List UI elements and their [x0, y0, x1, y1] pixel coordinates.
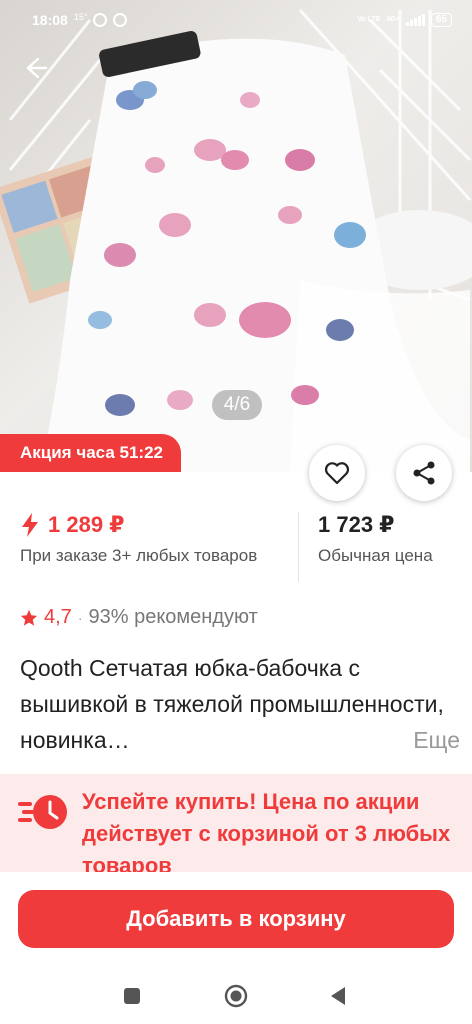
timer-icon: [18, 795, 67, 829]
network-type: 4G+: [386, 16, 400, 23]
rating-row[interactable]: 4,7 · 93% рекомендуют: [20, 606, 258, 629]
sale-price: 1 289 ₽: [48, 512, 125, 537]
rating-value: 4,7: [44, 606, 72, 628]
regular-price-block: 1 723 ₽ Обычная цена: [318, 512, 468, 568]
star-icon: [20, 609, 38, 626]
image-counter: 4/6: [212, 390, 262, 420]
sale-price-block: 1 289 ₽ При заказе 3+ любых товаров: [20, 512, 290, 568]
share-icon: [413, 461, 435, 485]
share-button[interactable]: [396, 445, 452, 501]
promo-banner-text: Успейте купить! Цена по акции действует …: [82, 789, 451, 872]
product-title: Qooth Сетчатая юбка-бабочка с вышивкой в…: [20, 650, 460, 758]
battery-indicator: 65: [430, 13, 452, 27]
show-more-link[interactable]: Еще: [407, 722, 460, 758]
sync-icon: [93, 13, 108, 27]
promo-banner: Успейте купить! Цена по акции действует …: [0, 774, 472, 872]
hour-promo-badge: Акция часа 51:22: [0, 434, 181, 472]
status-temperature: 15°: [73, 12, 88, 22]
status-time: 18:08: [32, 12, 68, 28]
volte-label: Vo LTE: [357, 16, 381, 23]
bolt-icon: [22, 513, 38, 537]
favorite-button[interactable]: [309, 445, 365, 501]
product-image-gallery[interactable]: 18:08 15° Vo LTE 4G+ 65 4/6 Акция часа 5…: [0, 0, 472, 472]
recommend-percent: 93% рекомендуют: [88, 606, 258, 628]
add-to-cart-button[interactable]: Добавить в корзину: [18, 890, 454, 948]
regular-price-note: Обычная цена: [318, 546, 433, 565]
signal-icon: [405, 14, 425, 26]
back-arrow-icon: [26, 57, 48, 79]
system-navigation-bar: [0, 968, 472, 1024]
back-button[interactable]: [18, 52, 50, 84]
home-nav-icon[interactable]: [224, 984, 248, 1008]
rating-separator: ·: [77, 609, 83, 626]
heart-icon: [324, 462, 350, 485]
status-bar: 18:08 15° Vo LTE 4G+ 65: [0, 0, 472, 40]
product-title-text: Qooth Сетчатая юбка-бабочка с вышивкой в…: [20, 655, 444, 753]
shield-icon: [113, 13, 128, 27]
price-divider: [298, 512, 299, 582]
sale-price-note: При заказе 3+ любых товаров: [20, 546, 258, 565]
back-nav-icon[interactable]: [326, 984, 350, 1008]
square-nav-icon[interactable]: [120, 984, 144, 1008]
regular-price: 1 723 ₽: [318, 512, 395, 537]
